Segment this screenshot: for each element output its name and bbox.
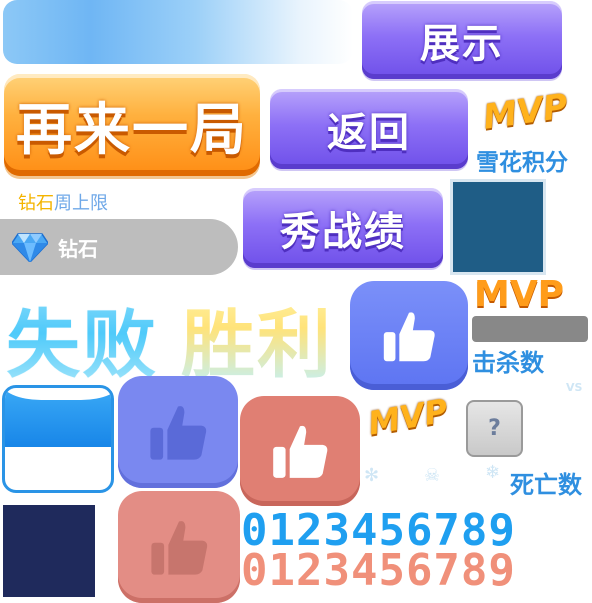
- vs-label: VS: [566, 381, 583, 394]
- show-record-button[interactable]: 秀战绩: [243, 188, 443, 268]
- thumbs-up-icon: [151, 521, 208, 575]
- question-icon: ?: [488, 416, 501, 441]
- mvp-badge: MVP: [480, 86, 571, 138]
- show-button[interactable]: 展示: [362, 1, 562, 79]
- blue-gradient-bar: [3, 0, 353, 64]
- diamond-label: 钻石: [58, 237, 98, 261]
- avatar-frame: [453, 182, 543, 272]
- thumbs-up-icon: [150, 406, 207, 460]
- gray-bar: [472, 316, 588, 342]
- diamond-weekly-cap-label: 钻石周上限: [18, 189, 108, 215]
- snowflake-icon: ✻: [364, 465, 380, 486]
- back-button[interactable]: 返回: [270, 89, 468, 169]
- thumbs-up-icon: [273, 425, 328, 478]
- mvp-badge-small: MVP: [365, 391, 451, 443]
- unknown-avatar: ?: [466, 400, 523, 457]
- dislike-button-inactive[interactable]: [118, 491, 240, 603]
- play-again-label: 再来一局: [16, 97, 248, 163]
- snowflake-icon: ❄: [485, 462, 501, 483]
- back-button-label: 返回: [327, 110, 411, 156]
- mvp-badge-flat: MVP: [474, 274, 565, 315]
- skull-icon: ☠: [424, 465, 441, 486]
- snow-points-label: 雪花积分: [476, 150, 568, 176]
- like-button-active[interactable]: [350, 281, 468, 390]
- like-button-red[interactable]: [240, 396, 360, 506]
- diamond-icon: [12, 233, 48, 262]
- digit-font-salmon: 0123456789: [241, 545, 516, 596]
- show-record-label: 秀战绩: [280, 209, 406, 255]
- deaths-label: 死亡数: [510, 471, 582, 499]
- play-again-button[interactable]: 再来一局: [4, 74, 260, 176]
- kills-label: 击杀数: [472, 349, 544, 377]
- snow-card: [2, 385, 114, 493]
- show-button-label: 展示: [420, 21, 504, 67]
- diamond-cap-word: 钻石: [18, 193, 54, 214]
- navy-block: [3, 505, 95, 597]
- thumbs-up-icon: [383, 311, 435, 361]
- like-button-inactive[interactable]: [118, 376, 238, 488]
- weekly-cap-word: 周上限: [54, 193, 108, 214]
